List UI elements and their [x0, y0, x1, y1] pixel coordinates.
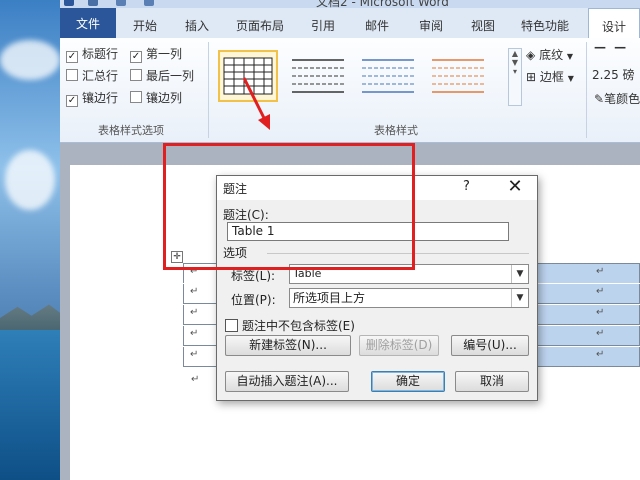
cloud [5, 150, 55, 210]
ribbon-design: ✓ 标题行 ✓ 第一列 汇总行 最后一列 ✓ 镶边行 镶边列 表格样式选项 ▲ … [60, 38, 640, 143]
new-label-button[interactable]: 新建标签(N)... [225, 335, 351, 356]
checkbox-icon[interactable]: ✓ [130, 51, 142, 63]
checkbox-icon[interactable] [130, 91, 142, 103]
option-header-row[interactable]: ✓ 标题行 [66, 46, 118, 63]
tab-design[interactable]: 设计 [588, 8, 640, 38]
position-select[interactable]: 所选项目上方 ▼ [289, 288, 529, 308]
option-banded-rows[interactable]: ✓ 镶边行 [66, 90, 118, 107]
autocaption-button[interactable]: 自动插入题注(A)... [225, 371, 349, 392]
line-style-icon[interactable]: — — [594, 40, 628, 54]
chevron-down-icon[interactable]: ▼ [511, 289, 528, 307]
option-first-column[interactable]: ✓ 第一列 [130, 46, 182, 63]
checkbox-icon[interactable] [66, 69, 78, 81]
tab-page-layout[interactable]: 页面布局 [230, 8, 290, 38]
tab-insert[interactable]: 插入 [174, 8, 220, 38]
watermark-url: jingyan.baidu.com [502, 448, 595, 459]
tab-references[interactable]: 引用 [300, 8, 346, 38]
borders-button[interactable]: ⊞ 边框 ▼ [526, 68, 574, 85]
pen-weight-select[interactable]: 2.25 磅 [592, 66, 635, 83]
checkbox-icon[interactable]: ✓ [66, 95, 78, 107]
group-separator [208, 42, 209, 138]
table-style-light-blue[interactable] [358, 50, 418, 102]
group-separator [586, 42, 587, 138]
table-style-icon [432, 59, 484, 93]
delete-label-button[interactable]: 删除标签(D) [359, 335, 439, 356]
checkbox-icon[interactable] [225, 319, 238, 332]
paint-bucket-icon: ◈ [526, 48, 536, 62]
numbering-button[interactable]: 编号(U)... [451, 335, 529, 356]
group-label-table-style-options: 表格样式选项 [98, 124, 164, 137]
group-label-table-styles: 表格样式 [374, 124, 418, 137]
cancel-button[interactable]: 取消 [455, 371, 529, 392]
option-banded-columns[interactable]: 镶边列 [130, 90, 182, 106]
cloud [0, 40, 60, 80]
chevron-down-icon: ▼ [567, 74, 574, 83]
help-button[interactable]: ? [463, 179, 470, 194]
chevron-down-icon: ▼ [566, 52, 574, 61]
annotation-highlight-box [163, 143, 415, 270]
annotation-arrow-icon [242, 77, 270, 130]
tab-home[interactable]: 开始 [122, 8, 168, 38]
checkbox-icon[interactable]: ✓ [66, 51, 78, 63]
table-style-light-black[interactable] [288, 50, 348, 102]
checkbox-icon[interactable] [130, 69, 142, 81]
ribbon-tabs: 文件 开始 插入 页面布局 引用 邮件 审阅 视图 特色功能 设计 [60, 8, 640, 39]
option-last-column[interactable]: 最后一列 [130, 68, 194, 84]
chevron-down-icon[interactable]: ▼ [511, 265, 528, 283]
tab-special-features[interactable]: 特色功能 [514, 8, 576, 38]
shading-button[interactable]: ◈ 底纹 ▼ [526, 46, 573, 63]
pen-color-button[interactable]: ✎笔颜色 [594, 90, 640, 107]
tab-file[interactable]: 文件 [60, 8, 116, 38]
title-bar: 文档2 - Microsoft Word [60, 0, 640, 8]
exclude-label-checkbox[interactable]: 题注中不包含标签(E) [225, 317, 355, 334]
table-style-icon [362, 59, 414, 93]
border-grid-icon: ⊞ [526, 70, 537, 84]
table-style-light-orange[interactable] [428, 50, 488, 102]
word-app-icon [64, 0, 74, 6]
save-icon[interactable] [88, 0, 98, 6]
close-button[interactable]: ✕ [503, 176, 527, 197]
undo-icon[interactable] [116, 0, 126, 6]
option-total-row[interactable]: 汇总行 [66, 68, 118, 84]
redo-icon[interactable] [144, 0, 154, 6]
tab-view[interactable]: 视图 [460, 8, 506, 38]
tab-mailings[interactable]: 邮件 [354, 8, 400, 38]
pen-icon: ✎ [594, 92, 605, 106]
position-label: 位置(P): [231, 293, 276, 307]
gallery-scroll[interactable]: ▲ ▼ ▾ [508, 48, 522, 106]
window-title: 文档2 - Microsoft Word [316, 0, 449, 8]
table-style-icon [292, 59, 344, 93]
paragraph-mark: ↵ [191, 374, 200, 385]
tab-review[interactable]: 审阅 [408, 8, 454, 38]
ok-button[interactable]: 确定 [371, 371, 445, 392]
